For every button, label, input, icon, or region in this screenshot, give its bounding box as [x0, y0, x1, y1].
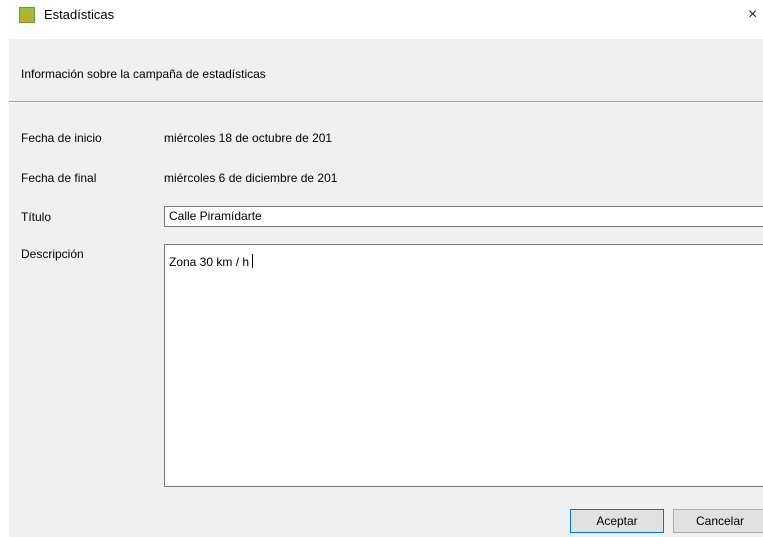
close-button[interactable]: ×	[748, 2, 763, 28]
header-separator	[9, 101, 763, 103]
description-label: Descripción	[21, 247, 84, 261]
accept-button[interactable]: Aceptar	[570, 509, 664, 533]
title-input-value: Calle Piramídarte	[169, 209, 262, 223]
start-date-label: Fecha de inicio	[21, 131, 102, 145]
title-label: Título	[21, 210, 52, 224]
dialog-body: Información sobre la campaña de estadíst…	[9, 39, 763, 537]
window-title: Estadísticas	[44, 7, 115, 22]
cancel-button[interactable]: Cancelar	[673, 509, 763, 533]
app-logo-icon	[19, 7, 35, 23]
end-date-label: Fecha de final	[21, 171, 97, 185]
description-text: Zona 30 km / h	[169, 255, 250, 269]
end-date-value: miércoles 6 de diciembre de 201	[164, 171, 338, 185]
title-bar: Estadísticas ×	[0, 0, 763, 30]
text-cursor	[252, 254, 254, 268]
title-input[interactable]: Calle Piramídarte	[164, 206, 763, 227]
campaign-info-heading: Información sobre la campaña de estadíst…	[21, 67, 266, 81]
start-date-value: miércoles 18 de octubre de 201	[164, 131, 333, 145]
description-textarea[interactable]: Zona 30 km / h	[164, 244, 763, 487]
